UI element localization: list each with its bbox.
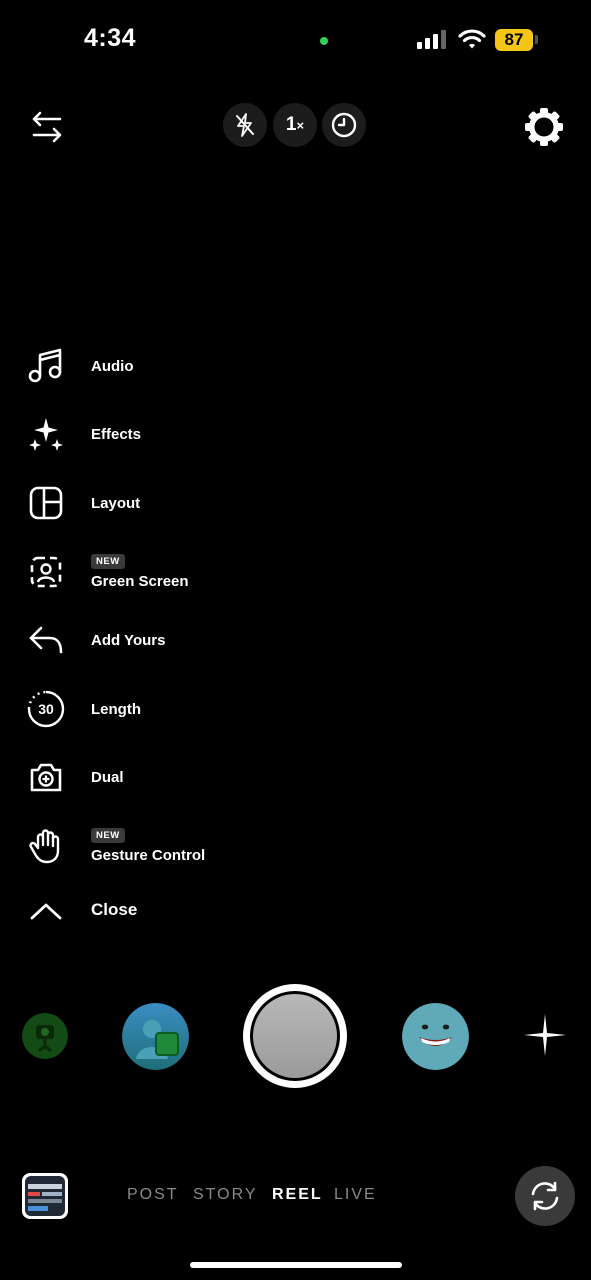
- menu-item-close[interactable]: Close: [24, 886, 284, 934]
- menu-label-add-yours: Add Yours: [91, 631, 166, 649]
- menu-item-add-yours[interactable]: Add Yours: [24, 616, 284, 664]
- hand-icon: [29, 829, 60, 864]
- new-badge: NEW: [91, 554, 125, 569]
- mode-post[interactable]: POST: [127, 1186, 179, 1204]
- green-screen-icon: [30, 556, 62, 588]
- green-screen-effect-thumb[interactable]: [122, 1003, 189, 1070]
- chevron-up-icon: [30, 903, 62, 920]
- battery-tip: [535, 35, 538, 44]
- status-time: 4:34: [84, 24, 137, 52]
- sparkle-effects-icon[interactable]: [522, 1012, 568, 1058]
- mode-reel[interactable]: REEL: [272, 1186, 323, 1204]
- zoom-button[interactable]: 1×: [273, 103, 317, 147]
- menu-label-gesture-control: Gesture Control: [91, 847, 206, 864]
- reply-arrow-icon: [29, 626, 63, 654]
- menu-item-green-screen[interactable]: NEW Green Screen: [24, 548, 284, 596]
- mode-story[interactable]: STORY: [193, 1186, 258, 1204]
- clock-icon: [331, 112, 357, 138]
- flash-off-button[interactable]: [223, 103, 267, 147]
- layout-grid-icon: [29, 486, 63, 520]
- menu-item-layout[interactable]: Layout: [24, 479, 284, 527]
- menu-item-dual[interactable]: Dual: [24, 753, 284, 801]
- new-badge: NEW: [91, 828, 125, 843]
- flip-camera-button[interactable]: [515, 1166, 575, 1226]
- menu-item-gesture-control[interactable]: NEW Gesture Control: [24, 822, 284, 870]
- effect-thumb-green[interactable]: [22, 1013, 68, 1059]
- cellular-signal-icon: [417, 30, 446, 49]
- menu-item-effects[interactable]: Effects: [24, 410, 284, 458]
- gallery-image: [25, 1176, 65, 1216]
- dual-camera-icon: [30, 763, 62, 792]
- flip-camera-icon: [531, 1181, 559, 1211]
- switch-arrows-icon[interactable]: [28, 108, 66, 146]
- menu-label-close: Close: [91, 900, 138, 919]
- menu-item-length[interactable]: 30 Length: [24, 685, 284, 733]
- battery-indicator: 87: [495, 29, 533, 51]
- menu-label-dual: Dual: [91, 768, 124, 786]
- shutter-core[interactable]: [253, 994, 337, 1078]
- home-indicator[interactable]: [190, 1262, 402, 1268]
- menu-label-layout: Layout: [91, 494, 141, 512]
- zoom-label: 1×: [285, 114, 305, 135]
- menu-label-audio: Audio: [91, 357, 134, 375]
- menu-label-effects: Effects: [91, 425, 142, 443]
- menu-label-green-screen: Green Screen: [91, 573, 189, 590]
- wifi-icon: [458, 29, 486, 49]
- flash-off-icon: [236, 113, 254, 137]
- menu-label-length: Length: [91, 700, 141, 718]
- timer-button[interactable]: [322, 103, 366, 147]
- privacy-indicator-dot: [320, 37, 328, 45]
- smile-effect-thumb[interactable]: [402, 1003, 469, 1070]
- sparkles-icon: [29, 418, 63, 451]
- menu-item-audio[interactable]: Audio: [24, 342, 284, 390]
- mode-live[interactable]: LIVE: [334, 1186, 377, 1204]
- music-note-icon: [28, 348, 62, 383]
- timer-30-text: 30: [38, 701, 54, 717]
- settings-gear-icon[interactable]: [523, 106, 565, 148]
